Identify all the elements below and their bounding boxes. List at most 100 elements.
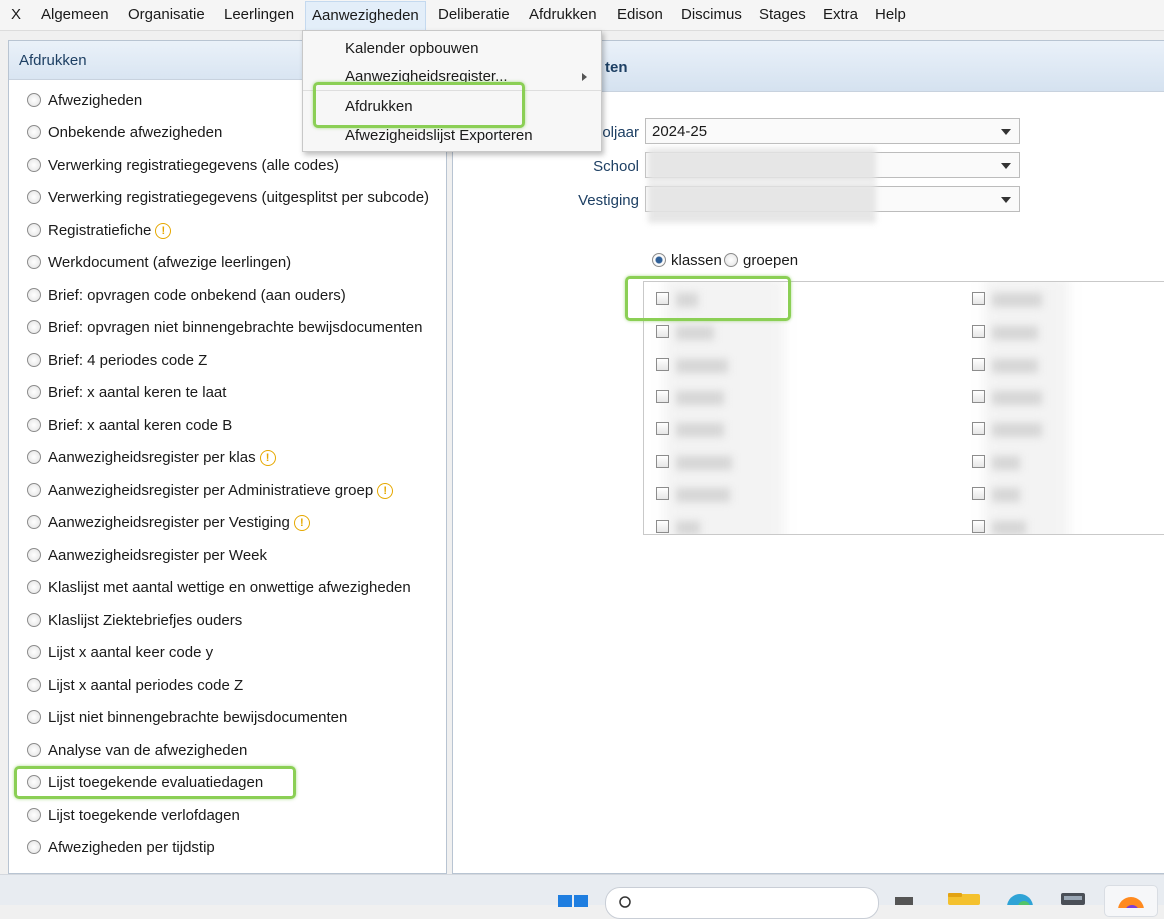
taskbar-app-icon[interactable] bbox=[893, 893, 917, 905]
radio-button[interactable] bbox=[27, 613, 41, 627]
redacted-label bbox=[992, 359, 1038, 373]
radio-button[interactable] bbox=[27, 483, 41, 497]
option-label: Brief: opvragen code onbekend (aan ouder… bbox=[48, 287, 346, 304]
menu-deliberatie[interactable]: Deliberatie bbox=[438, 6, 510, 23]
radio-button[interactable] bbox=[27, 515, 41, 529]
redacted-label bbox=[676, 391, 724, 405]
edge-icon[interactable] bbox=[1004, 893, 1036, 905]
class-checkbox[interactable] bbox=[656, 422, 669, 435]
highlight-first-class-checkbox bbox=[625, 276, 791, 321]
radio-button[interactable] bbox=[27, 93, 41, 107]
menu-leerlingen[interactable]: Leerlingen bbox=[224, 6, 294, 23]
menu-close[interactable]: X bbox=[11, 6, 21, 23]
windows-start-icon[interactable] bbox=[558, 893, 588, 907]
radio-button[interactable] bbox=[27, 580, 41, 594]
class-checkbox[interactable] bbox=[656, 520, 669, 533]
option-label: Aanwezigheidsregister per klas bbox=[48, 449, 256, 466]
radio-button[interactable] bbox=[27, 840, 41, 854]
dropdown-arrow-icon bbox=[1001, 163, 1011, 169]
option-label: Brief: x aantal keren te laat bbox=[48, 384, 227, 401]
warning-icon: ! bbox=[259, 450, 276, 466]
option-label: Lijst x aantal keer code y bbox=[48, 644, 214, 661]
submenu-arrow-icon bbox=[582, 73, 587, 81]
radio-button[interactable] bbox=[27, 418, 41, 432]
redacted-label bbox=[676, 326, 714, 340]
class-checkbox[interactable] bbox=[972, 390, 985, 403]
menuitem-kalender-opbouwen[interactable]: Kalender opbouwen bbox=[345, 40, 478, 57]
menu-afdrukken[interactable]: Afdrukken bbox=[529, 6, 597, 23]
taskbar-search-box[interactable] bbox=[605, 887, 879, 919]
option-label: Brief: opvragen niet binnengebrachte bew… bbox=[48, 319, 423, 336]
radio-button[interactable] bbox=[27, 548, 41, 562]
radio-button[interactable] bbox=[27, 645, 41, 659]
option-label: Analyse van de afwezigheden bbox=[48, 742, 248, 759]
warning-icon: ! bbox=[293, 515, 310, 531]
option-label: Klaslijst Ziektebriefjes ouders bbox=[48, 612, 243, 629]
option-label: Afwezigheden per tijdstip bbox=[48, 839, 215, 856]
option-label: Lijst toegekende verlofdagen bbox=[48, 807, 240, 824]
radio-button[interactable] bbox=[27, 710, 41, 724]
radio-button[interactable] bbox=[27, 125, 41, 139]
vestiging-select[interactable] bbox=[645, 183, 1020, 223]
calculator-icon[interactable] bbox=[1060, 893, 1086, 905]
class-checkbox[interactable] bbox=[656, 390, 669, 403]
option-label: Lijst niet binnengebrachte bewijsdocumen… bbox=[48, 709, 348, 726]
class-checkbox[interactable] bbox=[972, 520, 985, 533]
radio-button[interactable] bbox=[27, 353, 41, 367]
radio-button[interactable] bbox=[724, 253, 738, 267]
menu-discimus[interactable]: Discimus bbox=[681, 6, 742, 23]
option-label: Aanwezigheidsregister per Week bbox=[48, 547, 268, 564]
panel-title: Afdrukken bbox=[19, 52, 87, 69]
radio-button[interactable] bbox=[27, 158, 41, 172]
radio-button[interactable] bbox=[27, 678, 41, 692]
option-label: Verwerking registratiegegevens (uitgespl… bbox=[48, 189, 430, 206]
menu-extra[interactable]: Extra bbox=[823, 6, 858, 23]
redacted-label bbox=[676, 488, 730, 502]
option-label: Afwezigheden bbox=[48, 92, 143, 109]
class-checkbox[interactable] bbox=[656, 325, 669, 338]
class-checkbox[interactable] bbox=[972, 422, 985, 435]
radio-button[interactable] bbox=[27, 190, 41, 204]
redacted-label bbox=[992, 423, 1042, 437]
print-options-panel: Afdrukken Afwezigheden Onbekende afwezig… bbox=[8, 40, 447, 874]
active-app-tile[interactable] bbox=[1104, 885, 1158, 917]
option-label: Brief: 4 periodes code Z bbox=[48, 352, 208, 369]
menu-algemeen[interactable]: Algemeen bbox=[41, 6, 109, 23]
schooljaar-value: 2024-25 bbox=[652, 123, 708, 140]
class-checkbox[interactable] bbox=[972, 358, 985, 371]
class-checkbox[interactable] bbox=[656, 358, 669, 371]
menu-organisatie[interactable]: Organisatie bbox=[128, 6, 205, 23]
groepen-label: groepen bbox=[743, 252, 799, 269]
file-explorer-icon[interactable] bbox=[948, 893, 980, 905]
menu-aanwezigheden[interactable]: Aanwezigheden bbox=[305, 1, 426, 31]
class-checkbox[interactable] bbox=[972, 487, 985, 500]
school-select[interactable] bbox=[645, 148, 1020, 182]
redacted-label bbox=[992, 293, 1042, 307]
radio-button[interactable] bbox=[27, 255, 41, 269]
radio-button[interactable] bbox=[27, 223, 41, 237]
schooljaar-select[interactable]: 2024-25 bbox=[645, 118, 1020, 144]
vestiging-label: Vestiging bbox=[578, 192, 639, 209]
class-checkbox[interactable] bbox=[656, 487, 669, 500]
menu-stages[interactable]: Stages bbox=[759, 6, 806, 23]
menu-help[interactable]: Help bbox=[875, 6, 906, 23]
option-label: Registratiefiche bbox=[48, 222, 152, 239]
dropdown-arrow-icon bbox=[1001, 129, 1011, 135]
print-settings-panel: ten oljaar 2024-25 School Vestiging klas… bbox=[452, 40, 1164, 874]
option-label: Lijst x aantal periodes code Z bbox=[48, 677, 244, 694]
menu-bar: X Algemeen Organisatie Leerlingen Aanwez… bbox=[0, 0, 1164, 31]
radio-button[interactable] bbox=[27, 450, 41, 464]
warning-icon: ! bbox=[377, 483, 394, 499]
menuitem-afwezigheidslijst-exporteren[interactable]: Afwezigheidslijst Exporteren bbox=[345, 127, 533, 144]
radio-button-selected[interactable] bbox=[652, 253, 666, 267]
radio-button[interactable] bbox=[27, 385, 41, 399]
class-checkbox[interactable] bbox=[656, 455, 669, 468]
radio-button[interactable] bbox=[27, 288, 41, 302]
radio-button[interactable] bbox=[27, 808, 41, 822]
radio-button[interactable] bbox=[27, 320, 41, 334]
class-checkbox[interactable] bbox=[972, 455, 985, 468]
class-checkbox[interactable] bbox=[972, 292, 985, 305]
menu-edison[interactable]: Edison bbox=[617, 6, 663, 23]
radio-button[interactable] bbox=[27, 743, 41, 757]
class-checkbox[interactable] bbox=[972, 325, 985, 338]
